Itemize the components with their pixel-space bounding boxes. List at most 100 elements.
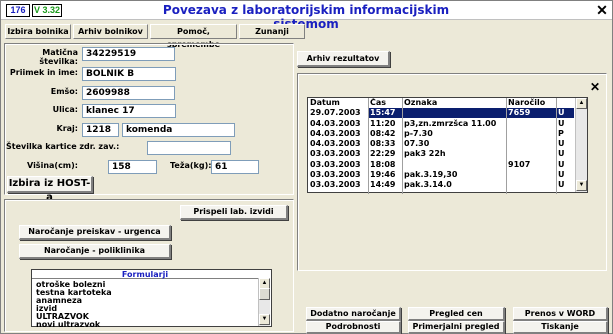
- cell-time: 11:20: [370, 119, 396, 128]
- cell-type: U: [558, 180, 565, 189]
- forms-title: Formularji: [32, 270, 258, 279]
- results-scrollbar[interactable]: ▲ ▼: [575, 98, 587, 192]
- version-badge: V 3.32: [32, 4, 62, 17]
- scroll-down-icon[interactable]: ▼: [576, 180, 587, 191]
- patient-id-badge: 176: [6, 4, 30, 17]
- menu-patient-archive[interactable]: Arhiv bolnikov: [73, 24, 148, 39]
- table-row[interactable]: 03.03.2003 18:08 9107 U: [308, 160, 574, 170]
- emso-field[interactable]: 2609988: [82, 86, 175, 100]
- extra-order-button[interactable]: Dodatno naročanje: [306, 307, 401, 321]
- column-divider: [556, 98, 557, 194]
- menu-patient-select[interactable]: Izbira bolnika: [5, 24, 71, 39]
- cell-type: U: [558, 160, 565, 169]
- cell-label: p-7.30: [404, 129, 433, 138]
- table-row[interactable]: 03.03.2003 14:49 pak.3.14.0 U: [308, 180, 574, 190]
- table-row[interactable]: 04.03.2003 08:33 07.30 U: [308, 139, 574, 149]
- col-order[interactable]: Naročilo: [506, 98, 556, 108]
- emso-label: Emšo:: [50, 87, 78, 96]
- cell-time: 14:49: [370, 180, 396, 189]
- archive-close-icon[interactable]: ✕: [590, 80, 600, 94]
- column-divider: [368, 98, 369, 194]
- archive-results-button[interactable]: Arhiv rezultatov: [297, 51, 390, 67]
- name-label: Priimek in ime:: [9, 68, 78, 77]
- cell-type: U: [558, 170, 565, 179]
- cell-time: 22:29: [370, 149, 396, 158]
- name-field[interactable]: BOLNIK B: [82, 67, 176, 81]
- cell-time: 15:47: [370, 108, 396, 117]
- cell-date: 03.03.2003: [310, 160, 361, 169]
- print-button[interactable]: Tiskanje: [513, 321, 608, 334]
- cell-order: [506, 129, 556, 139]
- cell-order: [506, 170, 556, 180]
- card-field[interactable]: [147, 141, 231, 155]
- cell-label: [402, 108, 506, 118]
- title-bar: 176 V 3.32 Povezava z laboratorijskim in…: [1, 1, 612, 31]
- cell-order: 7659: [508, 108, 531, 117]
- cell-label: 07.30: [404, 139, 430, 148]
- cell-date: 04.03.2003: [310, 139, 361, 148]
- cell-order: [506, 149, 556, 159]
- cell-order: 9107: [508, 160, 531, 169]
- table-row[interactable]: 03.03.2003 19:46 pak.3.19,30 U: [308, 170, 574, 180]
- menu-help-changes[interactable]: Pomoč, spremembe: [150, 24, 237, 49]
- cell-type: U: [558, 119, 565, 128]
- forms-scrollbar[interactable]: ▲ ▼: [258, 278, 270, 326]
- patient-panel: Matična številka: 34229519 Priimek in im…: [4, 43, 294, 203]
- cell-type: U: [558, 139, 565, 148]
- col-type[interactable]: [556, 98, 574, 108]
- scroll-down-icon[interactable]: ▼: [259, 314, 270, 325]
- list-item[interactable]: novi ultrazvok: [36, 320, 100, 329]
- main-window: 176 V 3.32 Povezava z laboratorijskim in…: [0, 0, 613, 334]
- host-select-button[interactable]: Izbira iz HOST-a: [7, 176, 93, 203]
- postal-field[interactable]: 1218: [82, 123, 119, 137]
- received-results-button[interactable]: Prispeli lab. izvidi: [180, 205, 288, 220]
- menu-external[interactable]: Zunanji: [239, 24, 305, 39]
- cell-date: 03.03.2003: [310, 149, 361, 158]
- urgent-order-button[interactable]: Naročanje preiskav - urgenca: [19, 225, 171, 240]
- cell-type: U: [558, 108, 565, 117]
- cell-date: 04.03.2003: [310, 129, 361, 138]
- col-date[interactable]: Datum: [308, 98, 368, 108]
- price-review-button[interactable]: Pregled cen: [408, 307, 505, 321]
- compare-review-button[interactable]: Primerjalni pregled: [408, 321, 505, 334]
- details-button[interactable]: Podrobnosti: [306, 321, 401, 334]
- scroll-up-icon[interactable]: ▲: [576, 98, 587, 109]
- col-label[interactable]: Oznaka: [402, 98, 506, 108]
- close-icon[interactable]: ✕: [595, 3, 609, 17]
- street-label: Ulica:: [52, 105, 78, 114]
- forms-list[interactable]: Formularji otroške bolezni testna kartot…: [31, 269, 272, 329]
- city-label: Kraj:: [56, 124, 78, 133]
- col-time[interactable]: Čas: [368, 98, 402, 108]
- cell-label: pak.3.19,30: [404, 170, 458, 179]
- table-row[interactable]: 29.07.2003 15:47 7659 U: [308, 108, 574, 118]
- cell-date: 04.03.2003: [310, 119, 361, 128]
- cell-date: 03.03.2003: [310, 180, 361, 189]
- table-header: Datum Čas Oznaka Naročilo: [308, 98, 574, 108]
- table-row[interactable]: 04.03.2003 11:20 p3,zn.zmrzšca 11.00 U: [308, 119, 574, 129]
- menu-bar: Izbira bolnika Arhiv bolnikov Pomoč, spr…: [3, 22, 610, 49]
- street-field[interactable]: klanec 17: [82, 104, 176, 118]
- weight-label: Teža(kg):: [170, 161, 212, 170]
- cell-time: 08:33: [370, 139, 396, 148]
- table-row[interactable]: 03.03.2003 22:29 pak3 22h U: [308, 149, 574, 159]
- cell-time: 19:46: [370, 170, 396, 179]
- word-export-button[interactable]: Prenos v WORD: [513, 307, 608, 321]
- cell-date: 29.07.2003: [308, 108, 368, 118]
- maticna-field[interactable]: 34229519: [82, 47, 175, 61]
- city-field[interactable]: komenda: [122, 123, 235, 137]
- weight-field[interactable]: 61: [211, 160, 259, 174]
- cell-order: [506, 139, 556, 149]
- column-divider: [402, 98, 403, 194]
- cell-date: 03.03.2003: [310, 170, 361, 179]
- results-table: Datum Čas Oznaka Naročilo 29.07.2003 15:…: [307, 97, 588, 194]
- maticna-label: Matična številka:: [39, 48, 78, 66]
- height-label: Višina(cm):: [27, 161, 78, 170]
- scroll-thumb[interactable]: [259, 288, 270, 300]
- cell-label: pak.3.14.0: [404, 180, 452, 189]
- table-row[interactable]: 04.03.2003 08:42 p-7.30 P: [308, 129, 574, 139]
- cell-time: 18:08: [370, 160, 396, 169]
- polyclinic-order-button[interactable]: Naročanje - poliklinika: [19, 244, 171, 259]
- cell-order: [506, 119, 556, 129]
- cell-label: pak3 22h: [404, 149, 446, 158]
- height-field[interactable]: 158: [108, 160, 157, 174]
